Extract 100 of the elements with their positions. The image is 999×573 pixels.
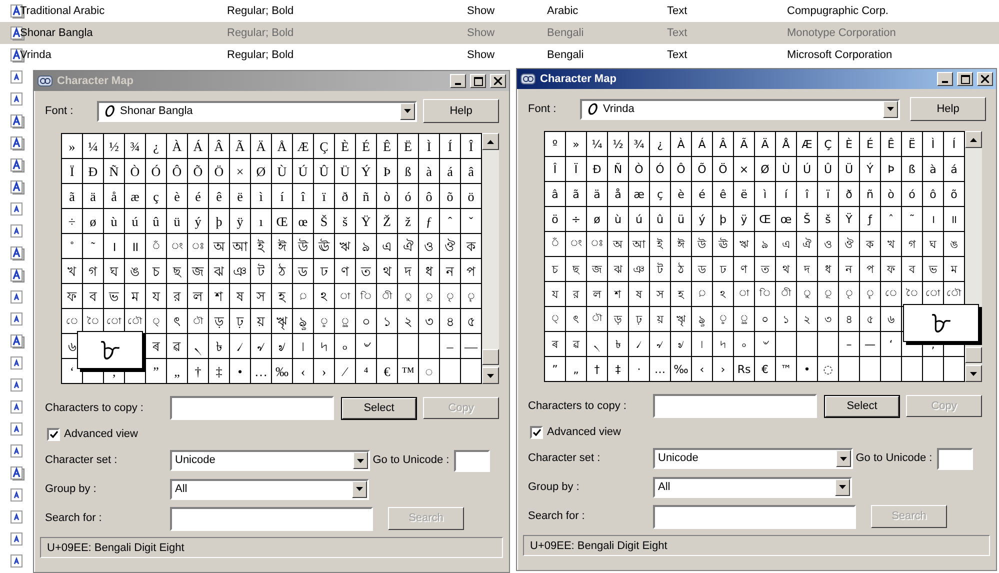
- character-cell[interactable]: å: [104, 184, 125, 209]
- character-cell[interactable]: ৩: [818, 307, 839, 332]
- character-cell[interactable]: ল: [587, 282, 608, 307]
- group-by-dropdown[interactable]: All: [170, 478, 369, 500]
- character-cell[interactable]: ⁄: [335, 359, 356, 384]
- character-cell[interactable]: Ó: [146, 159, 167, 184]
- character-cell[interactable]: ê: [209, 184, 230, 209]
- character-cell[interactable]: ¾: [125, 134, 146, 159]
- search-field[interactable]: [170, 506, 373, 530]
- character-cell[interactable]: ◌: [818, 357, 839, 382]
- character-cell[interactable]: ী: [377, 284, 398, 309]
- character-cell[interactable]: ০: [356, 309, 377, 334]
- character-cell[interactable]: ৰ: [545, 332, 566, 357]
- character-cell[interactable]: †: [587, 357, 608, 382]
- character-cell[interactable]: æ: [629, 182, 650, 207]
- minimize-button[interactable]: [937, 72, 953, 86]
- character-cell[interactable]: „: [566, 357, 587, 382]
- character-cell[interactable]: ä: [587, 182, 608, 207]
- scroll-down-icon[interactable]: [482, 367, 499, 384]
- character-cell[interactable]: ¿: [146, 134, 167, 159]
- character-cell[interactable]: ý: [692, 207, 713, 232]
- character-cell[interactable]: Œ: [272, 209, 293, 234]
- character-cell[interactable]: ঈ: [671, 232, 692, 257]
- character-cell[interactable]: É: [860, 132, 881, 157]
- character-cell[interactable]: হ: [272, 284, 293, 309]
- character-cell[interactable]: Ã: [230, 134, 251, 159]
- character-cell[interactable]: Ù: [272, 159, 293, 184]
- character-cell[interactable]: ব: [902, 257, 923, 282]
- character-cell[interactable]: Ð: [587, 157, 608, 182]
- scroll-thumb[interactable]: [482, 349, 499, 365]
- character-cell[interactable]: ™: [776, 357, 797, 382]
- character-cell[interactable]: Rs: [734, 357, 755, 382]
- character-cell[interactable]: ৎ: [167, 309, 188, 334]
- character-cell[interactable]: ü: [167, 209, 188, 234]
- character-cell[interactable]: স: [251, 284, 272, 309]
- character-cell[interactable]: Û: [818, 157, 839, 182]
- character-cell[interactable]: এ: [377, 234, 398, 259]
- character-cell[interactable]: …: [650, 357, 671, 382]
- character-cell[interactable]: ল: [188, 284, 209, 309]
- character-cell[interactable]: ×: [734, 157, 755, 182]
- character-cell[interactable]: ঠ: [671, 257, 692, 282]
- character-cell[interactable]: য়: [650, 307, 671, 332]
- character-cell[interactable]: Ý: [860, 157, 881, 182]
- character-cell[interactable]: ৳: [209, 334, 230, 359]
- character-cell[interactable]: À: [167, 134, 188, 159]
- character-cell[interactable]: Ï: [566, 157, 587, 182]
- character-cell[interactable]: ৵: [251, 334, 272, 359]
- character-cell[interactable]: র: [566, 282, 587, 307]
- character-cell[interactable]: দ: [398, 259, 419, 284]
- character-cell[interactable]: খ: [62, 259, 83, 284]
- character-cell[interactable]: ঢ়: [230, 309, 251, 334]
- character-cell[interactable]: ঐ: [797, 232, 818, 257]
- character-cell[interactable]: ৗ: [188, 309, 209, 334]
- character-cell[interactable]: Ê: [881, 132, 902, 157]
- character-cell[interactable]: ।: [104, 234, 125, 259]
- character-cell[interactable]: é: [188, 184, 209, 209]
- character-cell[interactable]: ú: [629, 207, 650, 232]
- grid-cell[interactable]: [902, 357, 923, 382]
- character-cell[interactable]: ˆ: [440, 209, 461, 234]
- character-cell[interactable]: ½: [104, 134, 125, 159]
- character-cell[interactable]: ·: [629, 357, 650, 382]
- character-cell[interactable]: ঊ: [314, 234, 335, 259]
- character-cell[interactable]: ৣ: [335, 309, 356, 334]
- character-cell[interactable]: শ: [209, 284, 230, 309]
- character-cell[interactable]: ৶: [671, 332, 692, 357]
- character-cell[interactable]: ◌: [419, 359, 440, 384]
- character-cell[interactable]: ˆ: [881, 207, 902, 232]
- character-cell[interactable]: ঙ: [125, 259, 146, 284]
- character-cell[interactable]: œ: [776, 207, 797, 232]
- character-cell[interactable]: š: [335, 209, 356, 234]
- character-cell[interactable]: î: [797, 182, 818, 207]
- character-cell[interactable]: ঘ: [923, 232, 944, 257]
- character-cell[interactable]: ৸: [314, 334, 335, 359]
- character-cell[interactable]: â: [545, 182, 566, 207]
- character-cell[interactable]: ï: [818, 182, 839, 207]
- character-cell[interactable]: ও: [818, 232, 839, 257]
- character-cell[interactable]: ê: [713, 182, 734, 207]
- font-dropdown[interactable]: Shonar Bangla: [97, 100, 417, 122]
- character-cell[interactable]: Á: [692, 132, 713, 157]
- character-cell[interactable]: ঁ: [146, 234, 167, 259]
- character-cell[interactable]: »: [566, 132, 587, 157]
- character-cell[interactable]: ð: [839, 182, 860, 207]
- character-cell[interactable]: Ü: [335, 159, 356, 184]
- character-cell[interactable]: ë: [734, 182, 755, 207]
- character-cell[interactable]: Š: [314, 209, 335, 234]
- character-cell[interactable]: ç: [650, 182, 671, 207]
- character-cell[interactable]: Ÿ: [839, 207, 860, 232]
- character-cell[interactable]: Ç: [818, 132, 839, 157]
- character-cell[interactable]: ঘ: [104, 259, 125, 284]
- character-cell[interactable]: ó: [902, 182, 923, 207]
- character-cell[interactable]: চ: [545, 257, 566, 282]
- character-cell[interactable]: ১: [377, 309, 398, 334]
- character-cell[interactable]: ৷: [293, 334, 314, 359]
- character-cell[interactable]: ঃ: [188, 234, 209, 259]
- go-to-unicode-field[interactable]: [454, 450, 490, 472]
- character-cell[interactable]: Ô: [671, 157, 692, 182]
- character-cell[interactable]: ৩: [419, 309, 440, 334]
- character-cell[interactable]: ×: [230, 159, 251, 184]
- scroll-down-icon[interactable]: [965, 365, 982, 382]
- character-cell[interactable]: Ò: [125, 159, 146, 184]
